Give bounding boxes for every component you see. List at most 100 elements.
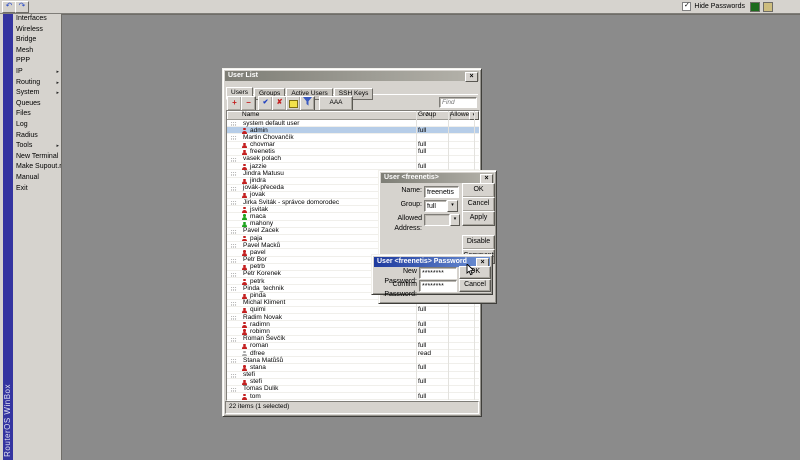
user-group: full <box>418 306 427 314</box>
sidebar-item-files[interactable]: Files <box>13 109 61 120</box>
comment-icon <box>289 100 298 108</box>
apply-button[interactable]: Apply <box>462 211 495 226</box>
user-name: roman <box>250 342 269 350</box>
undo-button[interactable]: ↶ <box>2 1 16 13</box>
user-list-titlebar[interactable]: User List × <box>225 71 479 82</box>
sidebar-item-log[interactable]: Log <box>13 120 61 131</box>
sidebar-item-bridge[interactable]: Bridge <box>13 35 61 46</box>
close-icon[interactable]: × <box>465 72 478 82</box>
remove-user-button[interactable]: − <box>241 96 256 111</box>
ok-button[interactable]: OK <box>459 266 491 279</box>
confirm-password-field[interactable] <box>420 281 460 291</box>
sidebar-item-label: Exit <box>16 184 28 192</box>
sidebar-item-label: Wireless <box>16 25 43 33</box>
user-icon <box>242 149 247 156</box>
enable-button[interactable]: ✔ <box>258 96 273 111</box>
group-dropdown-button[interactable]: ▾ <box>447 200 458 212</box>
comment-button[interactable] <box>286 96 301 111</box>
sidebar-item-radius[interactable]: Radius <box>13 131 61 142</box>
sidebar-item-label: System <box>16 89 40 97</box>
sidebar-item-wireless[interactable]: Wireless <box>13 25 61 36</box>
sidebar-item-label: Queues <box>16 99 41 107</box>
sidebar-item-ip[interactable]: IP ▸ <box>13 67 61 78</box>
sidebar-item-exit[interactable]: Exit <box>13 184 61 195</box>
group-field-box <box>424 200 450 212</box>
winbox-app: ↶ ↷ ✓ Hide Passwords RouterOS WinBox Int… <box>0 0 800 460</box>
aaa-button[interactable]: AAA <box>319 96 353 111</box>
ok-button[interactable]: OK <box>462 183 495 198</box>
column-menu-button[interactable]: ▾ <box>469 111 479 120</box>
add-user-button[interactable]: + <box>227 96 242 111</box>
sidebar-item-new-terminal[interactable]: New Terminal <box>13 152 61 163</box>
top-toolbar: ↶ ↷ ✓ Hide Passwords <box>0 0 800 14</box>
sidebar-item-label: PPP <box>16 57 31 65</box>
allowed-address-field[interactable] <box>424 214 450 226</box>
sidebar-item-system[interactable]: System ▸ <box>13 88 61 99</box>
name-field[interactable] <box>425 187 462 197</box>
sidebar-item-manual[interactable]: Manual <box>13 173 61 184</box>
sidebar-item-tools[interactable]: Tools ▸ <box>13 141 61 152</box>
user-dialog-titlebar[interactable]: User <freenetis> × <box>381 173 494 184</box>
user-icon <box>242 236 247 242</box>
chevron-right-icon: ▸ <box>56 68 59 75</box>
hide-passwords-toggle[interactable]: ✓ Hide Passwords <box>682 2 745 11</box>
user-group: full <box>418 392 427 400</box>
disable-button[interactable]: ✘ <box>272 96 287 111</box>
brand-vertical-text: RouterOS WinBox <box>3 384 12 457</box>
redo-button[interactable]: ↷ <box>15 1 29 13</box>
sidebar-item-label: Make Supout.rif <box>16 163 61 171</box>
sidebar-item-queues[interactable]: Queues <box>13 99 61 110</box>
user-icon <box>242 214 247 221</box>
comment-text: Pavel Zacek <box>243 227 279 235</box>
sidebar-item-label: Manual <box>16 173 39 181</box>
table-header: Name/ Group Allowed Addr... ▾ <box>227 111 479 120</box>
table-row[interactable]: quimi full <box>227 306 479 315</box>
sidebar-item-label: Files <box>16 110 31 118</box>
sidebar-item-interfaces[interactable]: Interfaces <box>13 14 61 25</box>
user-icon <box>242 365 247 372</box>
user-name: jovak <box>250 191 266 199</box>
confirm-password-box <box>419 280 460 292</box>
user-icon <box>242 322 247 329</box>
sidebar-item-label: Bridge <box>16 36 37 44</box>
connection-status-icon <box>750 2 760 12</box>
filter-icon <box>303 97 312 106</box>
user-group: full <box>418 342 427 350</box>
column-header-group[interactable]: Group <box>416 111 451 119</box>
user-group: full <box>418 327 427 335</box>
user-name: tom <box>250 392 261 400</box>
chevron-right-icon: ▸ <box>56 79 59 86</box>
sidebar-item-label: Radius <box>16 131 38 139</box>
confirm-password-label: Confirm Password: <box>384 281 417 298</box>
redo-icon: ↷ <box>18 1 26 10</box>
table-row[interactable]: stana full <box>227 364 479 372</box>
comment-row[interactable]: ;;; stefi <box>227 372 479 379</box>
sidebar-item-make-supout-rif[interactable]: Make Supout.rif <box>13 162 61 173</box>
user-list-tabs: Users Groups Active Users SSH Keys <box>226 82 478 100</box>
sidebar-item-routing[interactable]: Routing ▸ <box>13 78 61 89</box>
cancel-button[interactable]: Cancel <box>462 197 495 212</box>
traffic-icon <box>763 2 773 12</box>
status-bar: 22 items (1 selected) <box>225 401 479 414</box>
sidebar-item-label: New Terminal <box>16 152 59 160</box>
allowed-address-dropdown-button[interactable]: ▾ <box>450 214 460 226</box>
table-row[interactable]: tom full <box>227 393 479 400</box>
user-group: full <box>418 126 427 134</box>
disable-button[interactable]: Disable <box>462 235 495 250</box>
sidebar-item-mesh[interactable]: Mesh <box>13 46 61 57</box>
name-label: Name: <box>401 187 422 194</box>
comment-text: vasek polach <box>243 155 281 163</box>
table-row[interactable]: roman full <box>227 343 479 350</box>
checkbox-icon[interactable]: ✓ <box>682 2 692 11</box>
sidebar-item-label: Mesh <box>16 46 34 54</box>
user-dialog-title: User <freenetis> <box>384 174 439 181</box>
cancel-button[interactable]: Cancel <box>459 279 491 292</box>
sidebar-menu: Interfaces Wireless Bridge Mesh PPP IP ▸ Routin… <box>13 14 61 460</box>
find-input[interactable] <box>440 98 480 107</box>
sidebar-item-ppp[interactable]: PPP <box>13 56 61 67</box>
new-password-field[interactable] <box>420 268 460 278</box>
comment-row[interactable]: ;;; Tomas Dulik <box>227 386 479 394</box>
brand-strip: RouterOS WinBox <box>3 14 13 460</box>
column-header-name[interactable]: Name / <box>227 111 432 119</box>
filter-button[interactable] <box>300 96 315 111</box>
